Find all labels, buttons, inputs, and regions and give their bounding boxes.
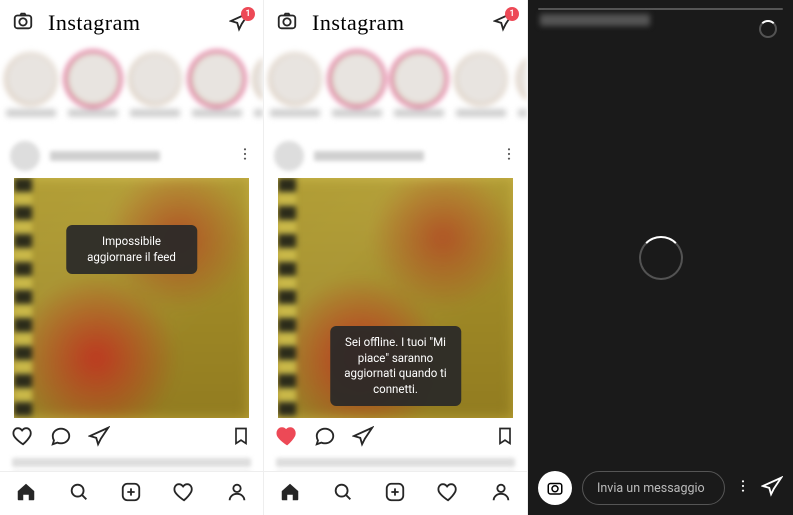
story-more-icon[interactable] <box>735 478 751 499</box>
nav-search[interactable] <box>68 481 90 507</box>
comment-button[interactable] <box>50 425 72 451</box>
post-header <box>0 134 263 178</box>
messages-button[interactable]: 1 <box>493 10 515 36</box>
post-actions <box>0 418 263 458</box>
stories-strip[interactable] <box>0 46 263 134</box>
story-send-icon[interactable] <box>761 475 783 501</box>
nav-add[interactable] <box>120 481 142 507</box>
message-badge: 1 <box>505 7 519 21</box>
story-reply-input[interactable]: Invia un messaggio <box>582 471 725 505</box>
nav-search[interactable] <box>332 481 354 507</box>
like-button-liked[interactable] <box>276 425 298 451</box>
like-button[interactable] <box>12 425 34 451</box>
story-loading <box>528 0 793 515</box>
comment-button[interactable] <box>314 425 336 451</box>
share-button[interactable] <box>88 425 110 451</box>
bottom-nav <box>0 471 263 515</box>
story-camera-button[interactable] <box>538 471 572 505</box>
nav-profile[interactable] <box>490 481 512 507</box>
app-logo: Instagram <box>48 10 140 36</box>
nav-activity[interactable] <box>437 481 459 507</box>
post-avatar[interactable] <box>274 141 304 171</box>
share-button[interactable] <box>352 425 374 451</box>
bottom-nav <box>264 471 527 515</box>
app-logo: Instagram <box>312 10 404 36</box>
nav-home[interactable] <box>15 481 37 507</box>
loading-spinner-icon <box>639 236 683 280</box>
messages-button[interactable]: 1 <box>229 10 251 36</box>
nav-home[interactable] <box>279 481 301 507</box>
post-image[interactable] <box>14 178 249 418</box>
story-reply-placeholder: Invia un messaggio <box>597 481 705 496</box>
bookmark-button[interactable] <box>231 425 251 451</box>
nav-add[interactable] <box>384 481 406 507</box>
message-badge: 1 <box>241 7 255 21</box>
nav-activity[interactable] <box>173 481 195 507</box>
post-avatar[interactable] <box>10 141 40 171</box>
post-more-icon[interactable] <box>501 146 517 166</box>
ig-header: Instagram 1 <box>0 0 263 46</box>
camera-icon[interactable] <box>276 10 298 36</box>
post-header <box>264 134 527 178</box>
bookmark-button[interactable] <box>495 425 515 451</box>
nav-profile[interactable] <box>226 481 248 507</box>
toast-feed-error: Impossibile aggiornare il feed <box>66 225 198 274</box>
stories-strip[interactable] <box>264 46 527 134</box>
story-viewer[interactable]: Invia un messaggio <box>528 0 793 515</box>
ig-header: Instagram 1 <box>264 0 527 46</box>
camera-icon[interactable] <box>12 10 34 36</box>
post-more-icon[interactable] <box>237 146 253 166</box>
post-username[interactable] <box>314 151 424 161</box>
post-username[interactable] <box>50 151 160 161</box>
post-actions <box>264 418 527 458</box>
toast-like-offline: Sei offline. I tuoi "Mi piace" saranno a… <box>330 326 462 406</box>
